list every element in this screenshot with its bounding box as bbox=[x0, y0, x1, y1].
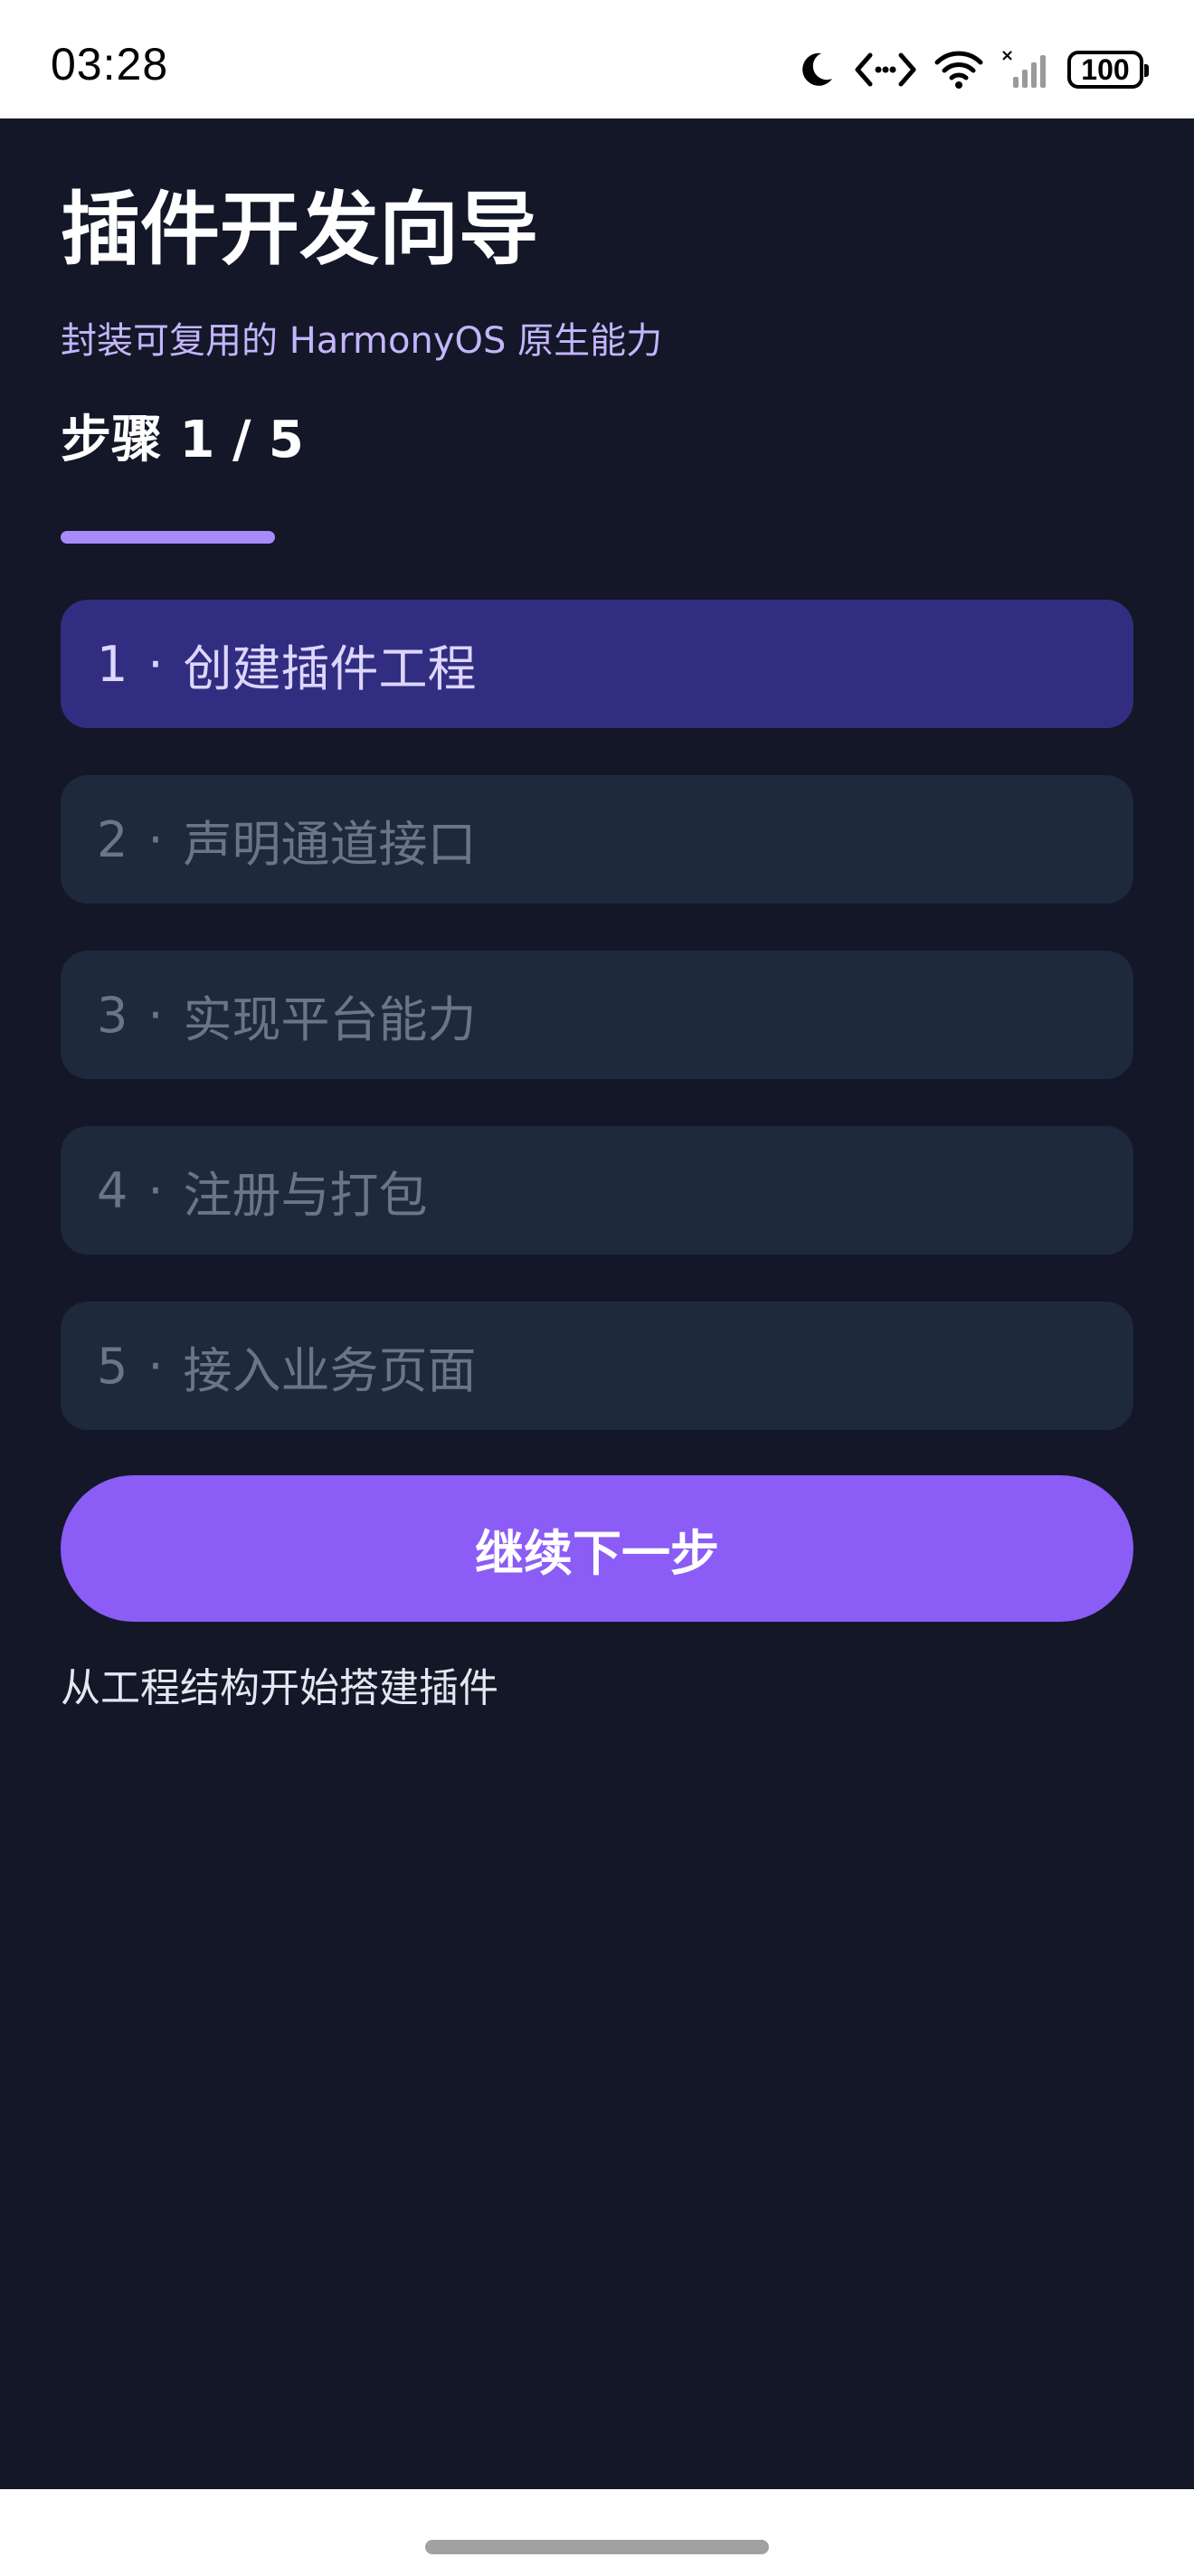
page-title: 插件开发向导 bbox=[61, 183, 539, 276]
step-separator: · bbox=[147, 1161, 164, 1219]
wifi-icon bbox=[933, 48, 984, 91]
code-brackets-icon bbox=[854, 48, 917, 91]
progress-fill bbox=[61, 531, 276, 544]
step-item-4[interactable]: 4 · 注册与打包 bbox=[61, 1126, 1133, 1255]
svg-text:×: × bbox=[1000, 48, 1014, 65]
moon-icon bbox=[794, 48, 838, 91]
step-separator: · bbox=[147, 635, 164, 693]
step-separator: · bbox=[147, 986, 164, 1044]
step-item-3[interactable]: 3 · 实现平台能力 bbox=[61, 951, 1133, 1079]
step-label: 实现平台能力 bbox=[183, 990, 477, 1048]
signal-no-sim-icon: × bbox=[1000, 48, 1051, 91]
step-number: 3 bbox=[97, 986, 128, 1044]
step-item-5[interactable]: 5 · 接入业务页面 bbox=[61, 1302, 1133, 1430]
step-label: 接入业务页面 bbox=[183, 1341, 477, 1399]
progress-bar bbox=[61, 531, 1133, 544]
step-number: 2 bbox=[97, 810, 128, 868]
status-time: 03:28 bbox=[51, 39, 169, 90]
step-item-1[interactable]: 1 · 创建插件工程 bbox=[61, 600, 1133, 728]
step-number: 1 bbox=[97, 635, 128, 693]
hint-text: 从工程结构开始搭建插件 bbox=[61, 1665, 498, 1711]
step-indicator: 步骤 1 / 5 bbox=[61, 411, 304, 469]
continue-button[interactable]: 继续下一步 bbox=[61, 1475, 1133, 1622]
step-list: 1 · 创建插件工程 2 · 声明通道接口 3 · 实现平台能力 4 · 注册与… bbox=[61, 600, 1133, 1477]
step-separator: · bbox=[147, 810, 164, 868]
home-indicator[interactable] bbox=[425, 2540, 769, 2554]
step-number: 4 bbox=[97, 1161, 128, 1219]
step-label: 创建插件工程 bbox=[183, 639, 477, 697]
plugin-wizard-screen: 插件开发向导 封装可复用的 HarmonyOS 原生能力 步骤 1 / 5 1 … bbox=[0, 118, 1194, 2489]
step-label: 注册与打包 bbox=[183, 1166, 428, 1224]
battery-icon: 100 bbox=[1067, 51, 1149, 89]
step-separator: · bbox=[147, 1337, 164, 1395]
system-nav-bar bbox=[0, 2489, 1194, 2576]
status-bar: 03:28 × 100 bbox=[0, 0, 1194, 118]
step-item-2[interactable]: 2 · 声明通道接口 bbox=[61, 775, 1133, 904]
status-icons: × 100 bbox=[794, 38, 1149, 101]
page-subtitle: 封装可复用的 HarmonyOS 原生能力 bbox=[61, 320, 663, 362]
battery-level: 100 bbox=[1081, 53, 1130, 86]
step-number: 5 bbox=[97, 1337, 128, 1395]
step-label: 声明通道接口 bbox=[183, 815, 477, 873]
